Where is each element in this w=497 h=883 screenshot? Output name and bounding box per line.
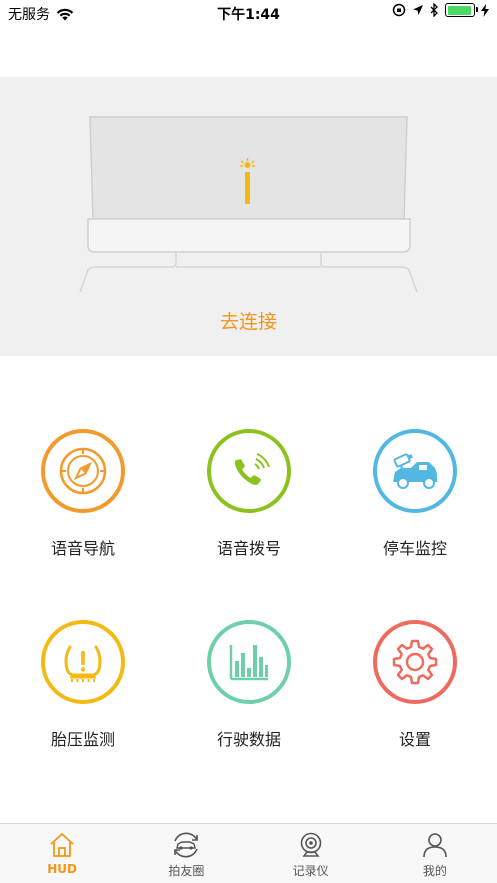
feature-label: 停车监控 [382, 539, 447, 558]
battery-icon [445, 3, 478, 17]
feature-settings[interactable]: 设置 [332, 620, 497, 750]
bar-chart-icon [207, 620, 291, 704]
location-arrow-icon [413, 5, 423, 15]
car-refresh-icon [174, 832, 199, 858]
tab-hud[interactable]: HUD [0, 824, 124, 883]
charging-bolt-icon [481, 3, 489, 17]
feature-tire-pressure[interactable]: 胎压监测 [0, 620, 166, 750]
tab-label: 我的 [422, 864, 447, 878]
tab-mine[interactable]: 我的 [373, 824, 497, 883]
compass-icon [41, 429, 125, 513]
battery-level [447, 5, 472, 15]
tab-label: HUD [47, 862, 77, 876]
tab-label: 拍友圈 [168, 864, 205, 878]
feature-driving-data[interactable]: 行驶数据 [166, 620, 332, 750]
parking-camera-icon [373, 429, 457, 513]
user-icon [423, 833, 447, 858]
feature-label: 语音导航 [50, 539, 115, 558]
gear-icon [373, 620, 457, 704]
camera-icon [300, 832, 321, 857]
hud-device-illustration [79, 116, 418, 293]
tab-photo-circle[interactable]: 拍友圈 [124, 824, 248, 883]
bluetooth-icon [430, 3, 438, 17]
hud-hero: 去连接 [0, 77, 497, 356]
feature-label: 胎压监测 [50, 730, 115, 749]
status-right [392, 3, 489, 17]
tab-bar: HUD 拍友圈 记录仪 我的 [0, 823, 497, 883]
tire-pressure-icon [41, 620, 125, 704]
feature-voice-navigation[interactable]: 语音导航 [0, 429, 166, 559]
status-bar: 无服务 下午1:44 [0, 0, 497, 26]
feature-parking-monitor[interactable]: 停车监控 [332, 429, 497, 559]
phone-icon [207, 429, 291, 513]
tab-recorder[interactable]: 记录仪 [249, 824, 373, 883]
feature-voice-dial[interactable]: 语音拨号 [166, 429, 332, 559]
feature-label: 语音拨号 [216, 539, 281, 558]
feature-label: 设置 [398, 730, 431, 749]
feature-label: 行驶数据 [216, 730, 281, 749]
connect-link[interactable]: 去连接 [0, 307, 497, 334]
tab-label: 记录仪 [292, 864, 329, 878]
orientation-lock-icon [392, 3, 406, 17]
home-icon [50, 833, 74, 857]
